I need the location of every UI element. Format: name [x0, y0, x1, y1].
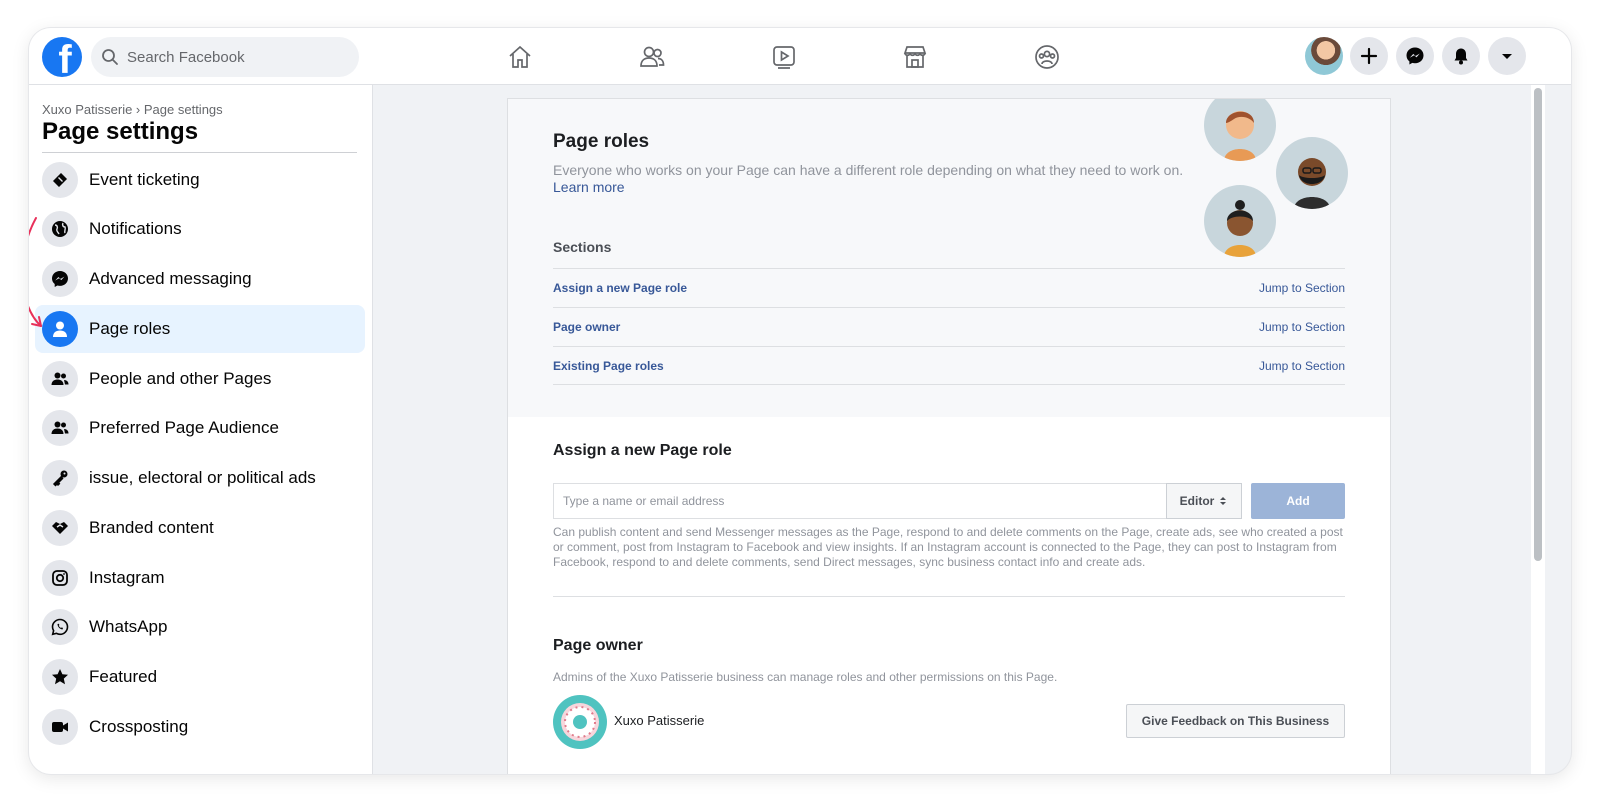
star-icon: [42, 659, 78, 695]
video-icon: [42, 709, 78, 745]
sidebar-item-branded-content[interactable]: Branded content: [35, 504, 365, 552]
sidebar-item-label: Branded content: [89, 518, 214, 537]
business-logo: [553, 695, 607, 749]
scrollbar-thumb[interactable]: [1534, 88, 1542, 561]
browser-frame: f Search Facebook Xuxo Patisserie › Page…: [29, 28, 1571, 774]
sidebar-item-label: Page roles: [89, 319, 171, 338]
section-description: Everyone who works on your Page can have…: [553, 162, 1184, 195]
caret-down-icon[interactable]: [1488, 37, 1526, 75]
role-description: Can publish content and send Messenger m…: [553, 525, 1343, 569]
sidebar-item-label: Featured: [89, 667, 158, 686]
sidebar-item-label: Preferred Page Audience: [89, 418, 279, 437]
sidebar-item-label: issue, electoral or political ads: [89, 468, 316, 487]
section-title: Page roles: [553, 131, 650, 152]
watch-icon[interactable]: [769, 42, 799, 72]
person-illustration-3: [1204, 185, 1276, 257]
person-illustration-2: [1276, 137, 1348, 209]
messenger-icon[interactable]: [1396, 37, 1434, 75]
section-divider: [553, 596, 1345, 597]
search-icon: [102, 49, 118, 65]
give-feedback-button[interactable]: Give Feedback on This Business: [1126, 704, 1345, 738]
sidebar-item-instagram[interactable]: Instagram: [35, 554, 365, 602]
section-row: Page owner Jump to Section: [553, 307, 1345, 346]
name-or-email-input[interactable]: [553, 483, 1167, 519]
sections-heading: Sections: [553, 239, 612, 255]
page-roles-header: Page roles Everyone who works on your Pa…: [508, 99, 1390, 417]
sidebar-item-label: Event ticketing: [89, 170, 200, 189]
sidebar-item-political-ads[interactable]: issue, electoral or political ads: [35, 454, 365, 502]
sidebar-item-label: People and other Pages: [89, 369, 272, 388]
plus-icon[interactable]: [1350, 37, 1388, 75]
sidebar-item-featured[interactable]: Featured: [35, 653, 365, 701]
sidebar-item-label: Advanced messaging: [89, 269, 252, 288]
key-icon: [42, 460, 78, 496]
jump-to-section-link[interactable]: Jump to Section: [1259, 320, 1345, 334]
sidebar-item-label: Crossposting: [89, 717, 189, 736]
page-roles-card: Page roles Everyone who works on your Pa…: [507, 98, 1391, 774]
page-owner-heading: Page owner: [553, 637, 643, 654]
section-row: Existing Page roles Jump to Section: [553, 346, 1345, 385]
bell-icon[interactable]: [1442, 37, 1480, 75]
sidebar-item-people-and-other-pages[interactable]: People and other Pages: [35, 355, 365, 403]
annotation-arrow: [29, 217, 42, 327]
assign-role-heading: Assign a new Page role: [553, 442, 732, 459]
person-illustration-1: [1204, 99, 1276, 161]
whatsapp-icon: [42, 609, 78, 645]
sections-divider: [553, 384, 1345, 385]
role-select[interactable]: Editor: [1166, 483, 1242, 519]
jump-to-section-link[interactable]: Jump to Section: [1259, 359, 1345, 373]
jump-to-section-link[interactable]: Jump to Section: [1259, 281, 1345, 295]
handshake-icon: [42, 510, 78, 546]
sidebar-item-label: Notifications: [89, 219, 182, 238]
marketplace-icon[interactable]: [900, 42, 930, 72]
page-owner-description: Admins of the Xuxo Patisserie business c…: [553, 670, 1058, 684]
friends-icon[interactable]: [637, 42, 667, 72]
section-row: Assign a new Page role Jump to Section: [553, 268, 1345, 307]
section-link[interactable]: Page owner: [553, 320, 620, 334]
learn-more-link[interactable]: Learn more: [553, 179, 625, 195]
sidebar-item-label: WhatsApp: [89, 617, 168, 636]
instagram-icon: [42, 560, 78, 596]
search-bar[interactable]: [91, 37, 359, 77]
people-icon: [42, 410, 78, 446]
role-select-value: Editor: [1179, 494, 1215, 508]
home-icon[interactable]: [505, 42, 535, 72]
top-bar: f: [29, 28, 1571, 85]
sidebar-item-crossposting[interactable]: Crossposting: [35, 703, 365, 751]
sidebar-item-preferred-page-audience[interactable]: Preferred Page Audience: [35, 404, 365, 452]
sidebar-item-whatsapp[interactable]: WhatsApp: [35, 603, 365, 651]
sidebar-divider: [42, 152, 357, 153]
people-icon: [42, 361, 78, 397]
sidebar-item-label: Instagram: [89, 568, 165, 587]
groups-icon[interactable]: [1032, 42, 1062, 72]
search-input[interactable]: [127, 48, 347, 66]
profile-avatar[interactable]: [1305, 37, 1343, 75]
scrollbar[interactable]: [1531, 85, 1545, 774]
business-name[interactable]: Xuxo Patisserie: [614, 713, 704, 728]
section-link[interactable]: Assign a new Page role: [553, 281, 687, 295]
sort-arrows-icon: [1220, 497, 1227, 505]
section-link[interactable]: Existing Page roles: [553, 359, 664, 373]
add-button[interactable]: Add: [1251, 483, 1345, 519]
